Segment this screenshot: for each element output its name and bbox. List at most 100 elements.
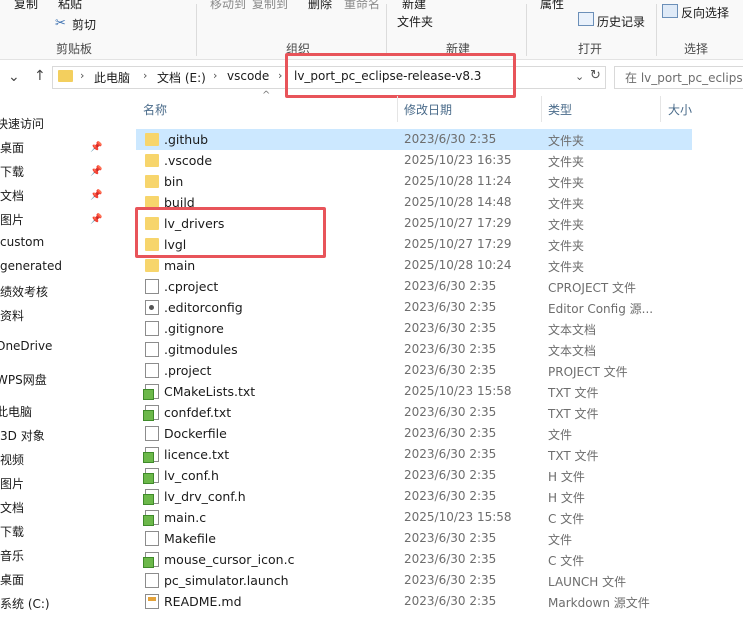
sidebar-item-downloads[interactable]: 下载 — [0, 163, 24, 180]
folder-icon — [145, 259, 159, 272]
column-header-modified[interactable]: 修改日期 — [404, 101, 452, 118]
sidebar-item-documents-pc[interactable]: 文档 — [0, 499, 24, 516]
file-type: 文件 — [548, 428, 573, 442]
breadcrumb-drive[interactable]: 文档 (E:) — [157, 69, 206, 86]
open-group-label: 打开 — [578, 42, 603, 56]
sidebar-item-pictures[interactable]: 图片 — [0, 211, 24, 228]
chevron-right-icon[interactable]: › — [80, 69, 84, 82]
file-row[interactable]: bin 2025/10/28 11:24 文件夹 — [136, 171, 692, 192]
delete-button[interactable]: 删除 — [308, 0, 332, 12]
file-modified-date: 2023/6/30 2:35 — [404, 132, 497, 146]
file-modified-date: 2025/10/27 17:29 — [404, 216, 512, 230]
file-row[interactable]: confdef.txt 2023/6/30 2:35 TXT 文件 — [136, 402, 692, 423]
file-row[interactable]: main 2025/10/28 10:24 文件夹 — [136, 255, 692, 276]
pin-icon: 📌 — [90, 166, 103, 177]
file-row[interactable]: mouse_cursor_icon.c 2023/6/30 2:35 C 文件 — [136, 549, 692, 570]
file-row[interactable]: CMakeLists.txt 2025/10/23 15:58 TXT 文件 — [136, 381, 692, 402]
refresh-icon[interactable]: ↻ — [590, 68, 601, 83]
file-name: .project — [164, 363, 212, 378]
file-row[interactable]: .github 2023/6/30 2:35 文件夹 — [136, 129, 692, 150]
sidebar-item-quick-access[interactable]: 快速访问 — [0, 115, 44, 132]
sidebar-item-onedrive[interactable]: OneDrive — [0, 339, 52, 353]
file-modified-date: 2023/6/30 2:35 — [404, 300, 497, 314]
breadcrumb-vscode[interactable]: vscode — [227, 69, 269, 83]
copy-button[interactable]: 复制 — [14, 0, 38, 12]
file-modified-date: 2025/10/23 15:58 — [404, 384, 512, 398]
file-row[interactable]: licence.txt 2023/6/30 2:35 TXT 文件 — [136, 444, 692, 465]
sidebar-item-documents[interactable]: 文档 — [0, 187, 24, 204]
sidebar-item-generated[interactable]: generated — [0, 259, 62, 273]
file-modified-date: 2025/10/28 11:24 — [404, 174, 512, 188]
pin-icon: 📌 — [90, 214, 103, 225]
paste-label[interactable]: 粘贴 — [58, 0, 82, 12]
invert-selection-button[interactable]: 反向选择 — [681, 4, 729, 21]
file-row[interactable]: lv_drv_conf.h 2023/6/30 2:35 H 文件 — [136, 486, 692, 507]
rename-button[interactable]: 重命名 — [344, 0, 380, 12]
file-modified-date: 2023/6/30 2:35 — [404, 531, 497, 545]
txt-file-icon — [143, 405, 159, 421]
chevron-down-icon[interactable]: ⌄ — [8, 69, 20, 85]
file-type: PROJECT 文件 — [548, 365, 628, 379]
file-type: Markdown 源文件 — [548, 596, 650, 610]
file-row[interactable]: .project 2023/6/30 2:35 PROJECT 文件 — [136, 360, 692, 381]
file-row[interactable]: .editorconfig 2023/6/30 2:35 Editor Config… — [136, 297, 692, 318]
file-type: C 文件 — [548, 512, 585, 526]
properties-button[interactable]: 属性 — [540, 0, 564, 12]
column-divider[interactable] — [397, 96, 398, 122]
up-arrow-icon[interactable]: ↑ — [34, 68, 46, 84]
file-type: 文本文档 — [548, 344, 597, 358]
file-row[interactable]: lv_conf.h 2023/6/30 2:35 H 文件 — [136, 465, 692, 486]
file-row[interactable]: .gitmodules 2023/6/30 2:35 文本文档 — [136, 339, 692, 360]
file-row[interactable]: .cproject 2023/6/30 2:35 CPROJECT 文件 — [136, 276, 692, 297]
column-header-name[interactable]: 名称 — [143, 101, 167, 118]
file-modified-date: 2025/10/23 16:35 — [404, 153, 512, 167]
cut-button[interactable]: 剪切 — [72, 16, 96, 33]
file-row[interactable]: .vscode 2025/10/23 16:35 文件夹 — [136, 150, 692, 171]
sidebar-item-wps[interactable]: WPS网盘 — [0, 371, 47, 388]
move-to-button[interactable]: 移动到 — [210, 0, 246, 12]
sidebar-item-videos[interactable]: 视频 — [0, 451, 24, 468]
breadcrumb-this-pc[interactable]: 此电脑 — [94, 69, 130, 86]
file-name: .github — [164, 132, 209, 147]
file-row[interactable]: main.c 2025/10/23 15:58 C 文件 — [136, 507, 692, 528]
sidebar-item-pictures-pc[interactable]: 图片 — [0, 475, 24, 492]
txt-file-icon — [143, 384, 159, 400]
folder-icon — [58, 70, 73, 82]
file-row[interactable]: .gitignore 2023/6/30 2:35 文本文档 — [136, 318, 692, 339]
file-row[interactable]: README.md 2023/6/30 2:35 Markdown 源文件 — [136, 591, 692, 612]
file-row[interactable]: Dockerfile 2023/6/30 2:35 文件 — [136, 423, 692, 444]
sidebar-item-custom[interactable]: custom — [0, 235, 44, 249]
sidebar-item-music[interactable]: 音乐 — [0, 547, 24, 564]
file-row[interactable]: pc_simulator.launch 2023/6/30 2:35 LAUNCH … — [136, 570, 692, 591]
txt-file-icon — [143, 447, 159, 463]
column-divider[interactable] — [660, 96, 661, 122]
sidebar-item-system-drive[interactable]: 系统 (C:) — [0, 595, 50, 612]
sidebar-item-downloads-pc[interactable]: 下载 — [0, 523, 24, 540]
sidebar-item-materials[interactable]: 资料 — [0, 307, 24, 324]
copy-to-button[interactable]: 复制到 — [252, 0, 288, 12]
dropdown-chevron-icon[interactable]: ⌄ — [575, 70, 584, 83]
file-modified-date: 2023/6/30 2:35 — [404, 363, 497, 377]
new-folder-button[interactable]: 新建 — [402, 0, 426, 12]
file-type: 文件夹 — [548, 176, 585, 190]
new-folder-label: 文件夹 — [397, 15, 434, 29]
file-type: 文件夹 — [548, 218, 585, 232]
sidebar-item-desktop[interactable]: 桌面 — [0, 139, 24, 156]
chevron-right-icon[interactable]: › — [278, 69, 282, 82]
column-divider[interactable] — [541, 96, 542, 122]
clipboard-group-label: 剪贴板 — [56, 42, 93, 56]
chevron-right-icon[interactable]: › — [213, 69, 217, 82]
column-header-type[interactable]: 类型 — [548, 101, 572, 118]
ribbon-separator — [656, 4, 657, 56]
chevron-right-icon[interactable]: › — [143, 69, 147, 82]
column-header-size[interactable]: 大小 — [668, 101, 692, 118]
history-button[interactable]: 历史记录 — [597, 13, 645, 30]
file-modified-date: 2023/6/30 2:35 — [404, 279, 497, 293]
sidebar-item-3d-objects[interactable]: 3D 对象 — [0, 427, 45, 444]
ribbon: 复制 粘贴 ✂ 剪切 剪贴板 移动到 复制到 删除 重命名 组织 新建 文件夹 … — [0, 0, 743, 60]
file-row[interactable]: Makefile 2023/6/30 2:35 文件 — [136, 528, 692, 549]
sidebar-item-performance[interactable]: 绩效考核 — [0, 283, 48, 300]
sidebar-item-desktop-pc[interactable]: 桌面 — [0, 571, 24, 588]
file-type: 文本文档 — [548, 323, 597, 337]
sidebar-item-this-pc[interactable]: 此电脑 — [0, 403, 32, 420]
